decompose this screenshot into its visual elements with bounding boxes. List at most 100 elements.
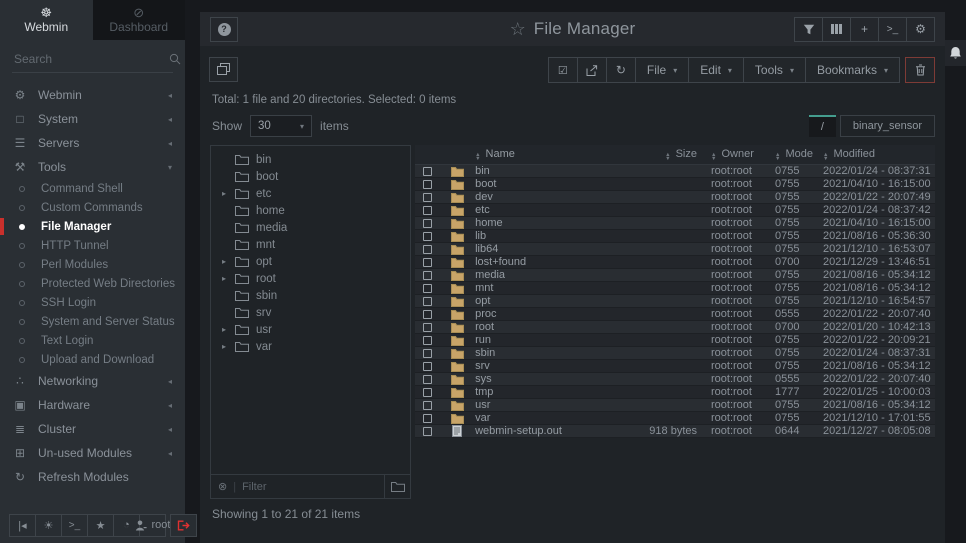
- expander-icon[interactable]: ▸: [222, 325, 235, 334]
- sidebar-item-servers[interactable]: ☰ Servers ◂: [0, 131, 185, 155]
- columns-button[interactable]: [822, 17, 851, 42]
- page-size-select[interactable]: 30 ▾: [250, 115, 312, 137]
- tree-item-bin[interactable]: bin: [211, 151, 410, 168]
- sidebar-item-file-manager[interactable]: File Manager: [0, 217, 185, 236]
- column-header-name[interactable]: ▲▼Name: [475, 148, 631, 161]
- column-header-size[interactable]: ▲▼Size: [631, 148, 711, 161]
- tree-folder-button[interactable]: [384, 475, 410, 498]
- sidebar-item-text-login[interactable]: Text Login: [0, 331, 185, 350]
- breadcrumb-root[interactable]: /: [809, 115, 836, 137]
- row-checkbox[interactable]: [423, 336, 432, 345]
- favorites-button[interactable]: ★: [87, 514, 114, 537]
- tree-item-usr[interactable]: ▸ usr: [211, 321, 410, 338]
- logout-button[interactable]: [170, 514, 197, 537]
- table-row-home[interactable]: home root:root 0755 2021/04/10 - 16:15:0…: [415, 217, 935, 230]
- user-button[interactable]: root: [139, 514, 166, 537]
- row-checkbox[interactable]: [423, 206, 432, 215]
- sidebar-item-system[interactable]: □ System ◂: [0, 107, 185, 131]
- search-input[interactable]: [14, 52, 169, 66]
- table-row-opt[interactable]: opt root:root 0755 2021/12/10 - 16:54:57: [415, 295, 935, 308]
- table-row-media[interactable]: media root:root 0755 2021/08/16 - 05:34:…: [415, 269, 935, 282]
- row-checkbox[interactable]: [423, 232, 432, 241]
- table-row-usr[interactable]: usr root:root 0755 2021/08/16 - 05:34:12: [415, 399, 935, 412]
- copy-path-button[interactable]: [209, 57, 238, 82]
- sidebar-item-networking[interactable]: ∴ Networking ◂: [0, 369, 185, 393]
- sidebar-item-ssh-login[interactable]: SSH Login: [0, 293, 185, 312]
- tab-webmin[interactable]: ☸ Webmin: [0, 0, 93, 40]
- table-row-var[interactable]: var root:root 0755 2021/12/10 - 17:01:55: [415, 412, 935, 425]
- tree-item-srv[interactable]: srv: [211, 304, 410, 321]
- row-checkbox[interactable]: [423, 362, 432, 371]
- row-checkbox[interactable]: [423, 271, 432, 280]
- export-button[interactable]: [577, 57, 607, 83]
- sidebar-item-perl-modules[interactable]: Perl Modules: [0, 255, 185, 274]
- settings-button[interactable]: ⚙: [906, 17, 935, 42]
- table-row-webmin-setup.out[interactable]: webmin-setup.out 918 bytes root:root 064…: [415, 425, 935, 438]
- table-row-lib[interactable]: lib root:root 0755 2021/08/16 - 05:36:30: [415, 230, 935, 243]
- shell-button[interactable]: >_: [61, 514, 88, 537]
- sidebar-item-custom-commands[interactable]: Custom Commands: [0, 198, 185, 217]
- row-checkbox[interactable]: [423, 180, 432, 189]
- terminal-button[interactable]: >_: [878, 17, 907, 42]
- sidebar-item-cluster[interactable]: ≣ Cluster ◂: [0, 417, 185, 441]
- favorite-star-icon[interactable]: ☆: [510, 19, 526, 40]
- sidebar-item-hardware[interactable]: ▣ Hardware ◂: [0, 393, 185, 417]
- row-checkbox[interactable]: [423, 414, 432, 423]
- edit-menu-button[interactable]: Edit▾: [688, 57, 744, 83]
- tree-item-media[interactable]: media: [211, 219, 410, 236]
- sidebar-item-http-tunnel[interactable]: HTTP Tunnel: [0, 236, 185, 255]
- tree-item-boot[interactable]: boot: [211, 168, 410, 185]
- row-checkbox[interactable]: [423, 401, 432, 410]
- sidebar-item-upload-and-download[interactable]: Upload and Download: [0, 350, 185, 369]
- row-checkbox[interactable]: [423, 427, 432, 436]
- table-row-sys[interactable]: sys root:root 0555 2022/01/22 - 20:07:40: [415, 373, 935, 386]
- tree-item-root[interactable]: ▸ root: [211, 270, 410, 287]
- filter-button[interactable]: [794, 17, 823, 42]
- row-checkbox[interactable]: [423, 388, 432, 397]
- table-row-run[interactable]: run root:root 0755 2022/01/22 - 20:09:21: [415, 334, 935, 347]
- row-checkbox[interactable]: [423, 310, 432, 319]
- row-checkbox[interactable]: [423, 375, 432, 384]
- row-checkbox[interactable]: [423, 323, 432, 332]
- expander-icon[interactable]: ▸: [222, 257, 235, 266]
- refresh-button[interactable]: ↻: [606, 57, 636, 83]
- row-checkbox[interactable]: [423, 297, 432, 306]
- sidebar-item-protected-web-directories[interactable]: Protected Web Directories: [0, 274, 185, 293]
- collapse-sidebar-button[interactable]: |◂: [9, 514, 36, 537]
- table-row-lost+found[interactable]: lost+found root:root 0700 2021/12/29 - 1…: [415, 256, 935, 269]
- column-header-mode[interactable]: ▲▼Mode: [775, 148, 823, 161]
- filter-clear-icon[interactable]: ⊗: [218, 480, 227, 493]
- table-row-proc[interactable]: proc root:root 0555 2022/01/22 - 20:07:4…: [415, 308, 935, 321]
- tree-item-opt[interactable]: ▸ opt: [211, 253, 410, 270]
- tree-item-sbin[interactable]: sbin: [211, 287, 410, 304]
- row-checkbox[interactable]: [423, 167, 432, 176]
- table-row-sbin[interactable]: sbin root:root 0755 2022/01/24 - 08:37:3…: [415, 347, 935, 360]
- tree-filter-input[interactable]: [242, 481, 384, 493]
- row-checkbox[interactable]: [423, 258, 432, 267]
- tree-item-var[interactable]: ▸ var: [211, 338, 410, 355]
- sidebar-item-tools[interactable]: ⚒ Tools ▾: [0, 155, 185, 179]
- expander-icon[interactable]: ▸: [222, 189, 235, 198]
- column-header-owner[interactable]: ▲▼Owner: [711, 148, 775, 161]
- sidebar-item-webmin[interactable]: ⚙ Webmin ◂: [0, 83, 185, 107]
- row-checkbox[interactable]: [423, 193, 432, 202]
- bookmarks-menu-button[interactable]: Bookmarks▾: [805, 57, 900, 83]
- tools-menu-button[interactable]: Tools▾: [743, 57, 806, 83]
- expander-icon[interactable]: ▸: [222, 274, 235, 283]
- row-checkbox[interactable]: [423, 284, 432, 293]
- column-header-modified[interactable]: ▲▼Modified: [823, 148, 935, 161]
- table-row-root[interactable]: root root:root 0700 2022/01/20 - 10:42:1…: [415, 321, 935, 334]
- theme-button[interactable]: ☀: [35, 514, 62, 537]
- row-checkbox[interactable]: [423, 245, 432, 254]
- table-row-etc[interactable]: etc root:root 0755 2022/01/24 - 08:37:42: [415, 204, 935, 217]
- expander-icon[interactable]: ▸: [222, 342, 235, 351]
- tree-item-etc[interactable]: ▸ etc: [211, 185, 410, 202]
- tab-dashboard[interactable]: ⊘ Dashboard: [93, 0, 186, 40]
- table-row-bin[interactable]: bin root:root 0755 2022/01/24 - 08:37:31: [415, 165, 935, 178]
- row-checkbox[interactable]: [423, 219, 432, 228]
- table-row-tmp[interactable]: tmp root:root 1777 2022/01/25 - 10:00:03: [415, 386, 935, 399]
- sidebar-item-refresh-modules[interactable]: ↻ Refresh Modules: [0, 465, 185, 489]
- notifications-button[interactable]: [945, 40, 966, 66]
- table-row-dev[interactable]: dev root:root 0755 2022/01/22 - 20:07:49: [415, 191, 935, 204]
- table-row-boot[interactable]: boot root:root 0755 2021/04/10 - 16:15:0…: [415, 178, 935, 191]
